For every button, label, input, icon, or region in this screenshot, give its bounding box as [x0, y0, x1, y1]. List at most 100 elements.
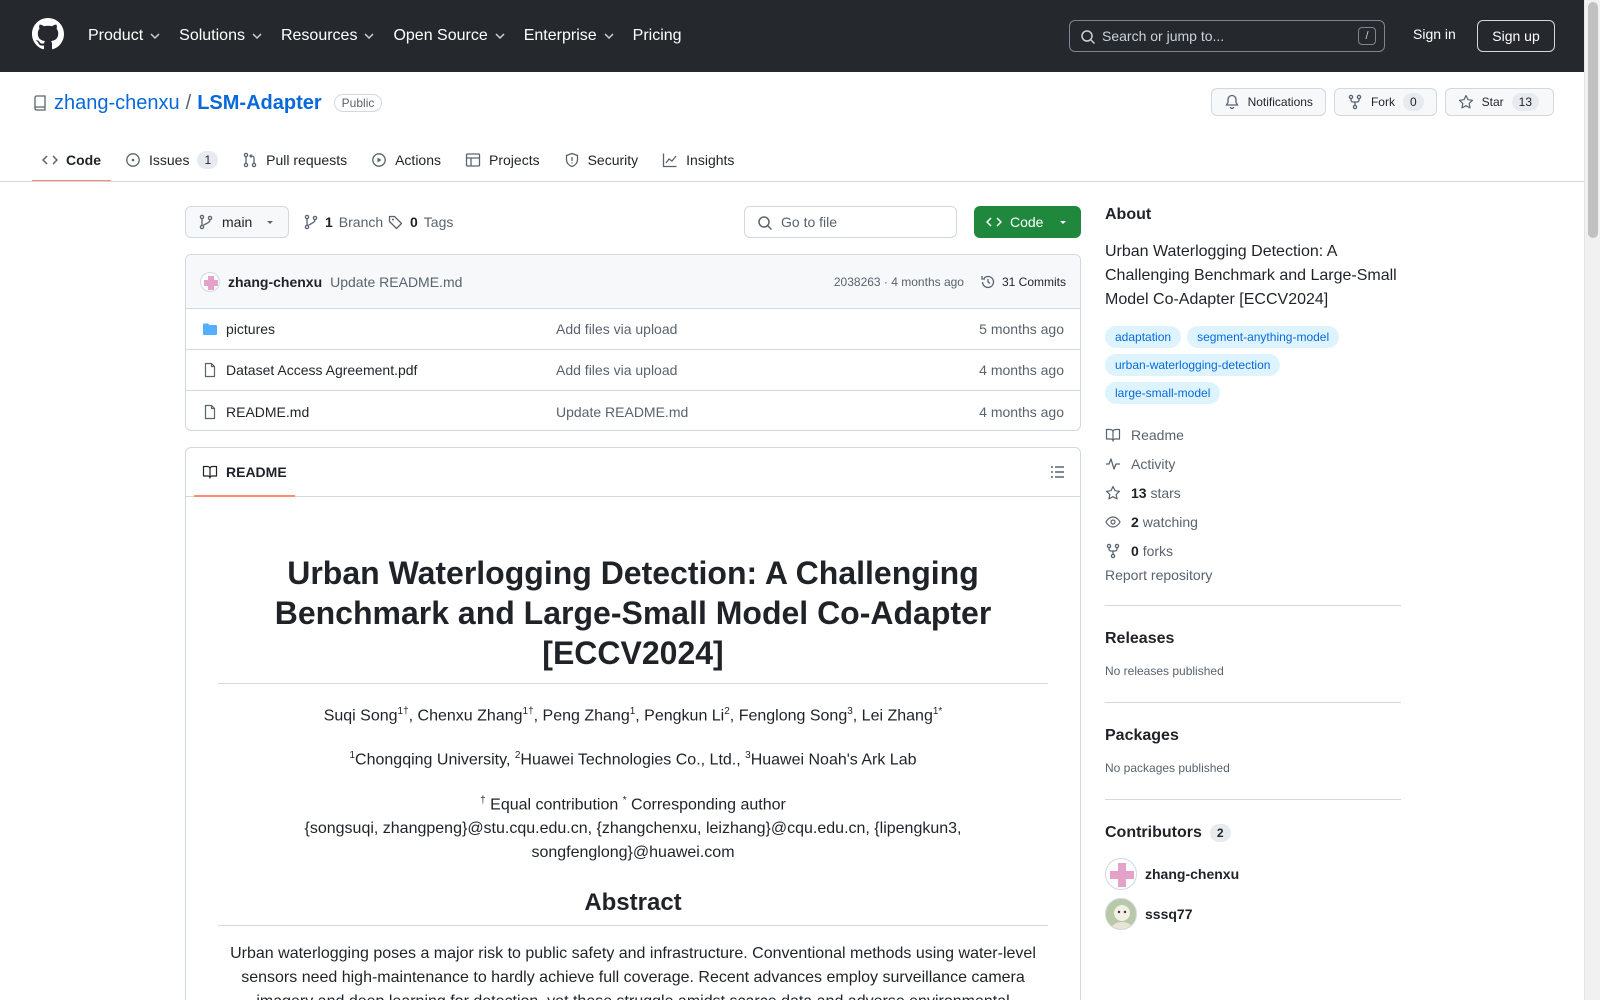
- activity-link[interactable]: Activity: [1105, 449, 1401, 478]
- chevron-down-icon: [495, 33, 505, 40]
- nav-open-source[interactable]: Open Source: [393, 27, 505, 45]
- tab-pull-requests[interactable]: Pull requests: [232, 140, 357, 180]
- play-icon: [372, 153, 386, 167]
- topic-tag[interactable]: segment-anything-model: [1187, 326, 1340, 348]
- repo-icon: [34, 95, 46, 111]
- branch-count: 1: [325, 214, 333, 230]
- releases-heading[interactable]: Releases: [1105, 630, 1401, 648]
- repo-name-link[interactable]: LSM-Adapter: [197, 92, 321, 115]
- watchers-link[interactable]: 2 watching: [1105, 507, 1401, 536]
- book-icon: [1105, 428, 1121, 442]
- repo-tabs: Code Issues 1 Pull requests Actions Proj…: [32, 140, 744, 182]
- file-row[interactable]: Dataset Access Agreement.pdf Add files v…: [186, 350, 1080, 391]
- readme-header: README: [186, 448, 1080, 497]
- folder-icon: [203, 323, 217, 335]
- tab-issues[interactable]: Issues 1: [115, 140, 228, 180]
- commit-author-link[interactable]: zhang-chenxu: [228, 274, 322, 290]
- tab-projects[interactable]: Projects: [455, 140, 550, 180]
- tags-link[interactable]: 0 Tags: [388, 206, 453, 238]
- star-button[interactable]: Star 13: [1444, 88, 1554, 116]
- nav-solutions[interactable]: Solutions: [179, 27, 263, 45]
- contributor-name[interactable]: zhang-chenxu: [1145, 866, 1239, 882]
- commit-message-link[interactable]: Update README.md: [330, 274, 462, 290]
- repo-sidebar: About Urban Waterlogging Detection: A Ch…: [1105, 206, 1401, 962]
- branch-selector[interactable]: main: [185, 206, 289, 238]
- topic-tag[interactable]: urban-waterlogging-detection: [1105, 354, 1281, 376]
- fork-button[interactable]: Fork 0: [1333, 88, 1437, 116]
- contributor-item[interactable]: zhang-chenxu: [1105, 858, 1401, 890]
- file-name-link[interactable]: pictures: [226, 321, 556, 337]
- commit-hash-time[interactable]: 2038263 · 4 months ago: [834, 275, 964, 289]
- notifications-button[interactable]: Notifications: [1210, 88, 1326, 116]
- about-description: Urban Waterlogging Detection: A Challeng…: [1105, 243, 1397, 308]
- scrollbar-thumb[interactable]: [1588, 2, 1598, 238]
- topic-tag[interactable]: adaptation: [1105, 326, 1182, 348]
- branches-link[interactable]: 1 Branch: [303, 206, 383, 238]
- code-dropdown-button[interactable]: Code: [974, 206, 1081, 238]
- readme-link[interactable]: Readme: [1105, 420, 1401, 449]
- file-row[interactable]: pictures Add files via upload 5 months a…: [186, 309, 1080, 350]
- file-name-link[interactable]: README.md: [226, 404, 556, 420]
- packages-heading[interactable]: Packages: [1105, 727, 1401, 745]
- global-header: Product Solutions Resources Open Source …: [0, 0, 1584, 72]
- tab-actions[interactable]: Actions: [361, 140, 451, 180]
- contributors-heading[interactable]: Contributors 2: [1105, 824, 1401, 842]
- pull-request-icon: [243, 152, 257, 168]
- sign-up-button[interactable]: Sign up: [1477, 20, 1555, 52]
- avatar[interactable]: [200, 271, 220, 292]
- file-name-link[interactable]: Dataset Access Agreement.pdf: [226, 362, 556, 378]
- github-logo-icon[interactable]: [32, 18, 64, 50]
- tabs-divider: [0, 181, 1584, 182]
- file-commit-message[interactable]: Update README.md: [556, 404, 979, 420]
- page-scrollbar[interactable]: [1584, 0, 1600, 1000]
- search-icon: [1081, 30, 1096, 45]
- nav-pricing[interactable]: Pricing: [633, 27, 682, 45]
- pulse-icon: [1106, 457, 1120, 470]
- identicon-icon: [204, 275, 218, 290]
- abstract-heading: Abstract: [218, 889, 1048, 926]
- table-icon: [465, 153, 481, 167]
- nav-enterprise[interactable]: Enterprise: [524, 27, 615, 45]
- graph-icon: [663, 153, 677, 168]
- tab-code[interactable]: Code: [32, 140, 111, 182]
- avatar[interactable]: [1105, 858, 1137, 890]
- repo-owner-link[interactable]: zhang-chenxu: [54, 92, 180, 115]
- about-heading: About: [1105, 206, 1152, 223]
- report-repository-link[interactable]: Report repository: [1105, 567, 1401, 606]
- commits-link[interactable]: 31 Commits: [980, 274, 1066, 290]
- contributor-item[interactable]: sssq77: [1105, 898, 1401, 930]
- releases-empty: No releases published: [1105, 664, 1224, 678]
- readme-panel: README Urban Waterlogging Detection: A C…: [185, 447, 1081, 1000]
- readme-title: Urban Waterlogging Detection: A Challeng…: [218, 553, 1048, 684]
- stars-link[interactable]: 13 stars: [1105, 478, 1401, 507]
- sign-in-link[interactable]: Sign in: [1413, 26, 1456, 42]
- visibility-badge: Public: [333, 94, 383, 112]
- global-search-input[interactable]: Search or jump to... /: [1069, 20, 1385, 52]
- search-shortcut-key: /: [1358, 27, 1376, 45]
- star-icon: [1458, 94, 1473, 109]
- forks-link[interactable]: 0 forks: [1105, 536, 1401, 565]
- readme-tab[interactable]: README: [194, 448, 295, 497]
- star-icon: [1105, 485, 1121, 499]
- tab-security[interactable]: Security: [554, 140, 649, 180]
- list-outline-icon[interactable]: [1050, 464, 1066, 480]
- caret-down-icon: [267, 221, 273, 224]
- go-to-file-input[interactable]: Go to file: [744, 206, 957, 238]
- fork-count: 0: [1402, 93, 1424, 111]
- nav-product[interactable]: Product: [88, 27, 161, 45]
- contributor-name[interactable]: sssq77: [1145, 906, 1192, 922]
- file-commit-message[interactable]: Add files via upload: [556, 321, 979, 337]
- code-icon: [986, 217, 1002, 227]
- nav-resources[interactable]: Resources: [281, 27, 375, 45]
- chevron-down-icon: [252, 33, 262, 40]
- contributors-count: 2: [1209, 824, 1231, 842]
- topic-tag[interactable]: large-small-model: [1105, 382, 1221, 404]
- repo-path-separator: /: [185, 91, 192, 114]
- branch-icon: [304, 214, 318, 230]
- caret-down-icon: [1060, 221, 1066, 224]
- identicon-icon: [1110, 863, 1134, 887]
- avatar[interactable]: [1105, 898, 1137, 930]
- tab-insights[interactable]: Insights: [652, 140, 744, 180]
- file-commit-message[interactable]: Add files via upload: [556, 362, 979, 378]
- file-row[interactable]: README.md Update README.md 4 months ago: [186, 391, 1080, 430]
